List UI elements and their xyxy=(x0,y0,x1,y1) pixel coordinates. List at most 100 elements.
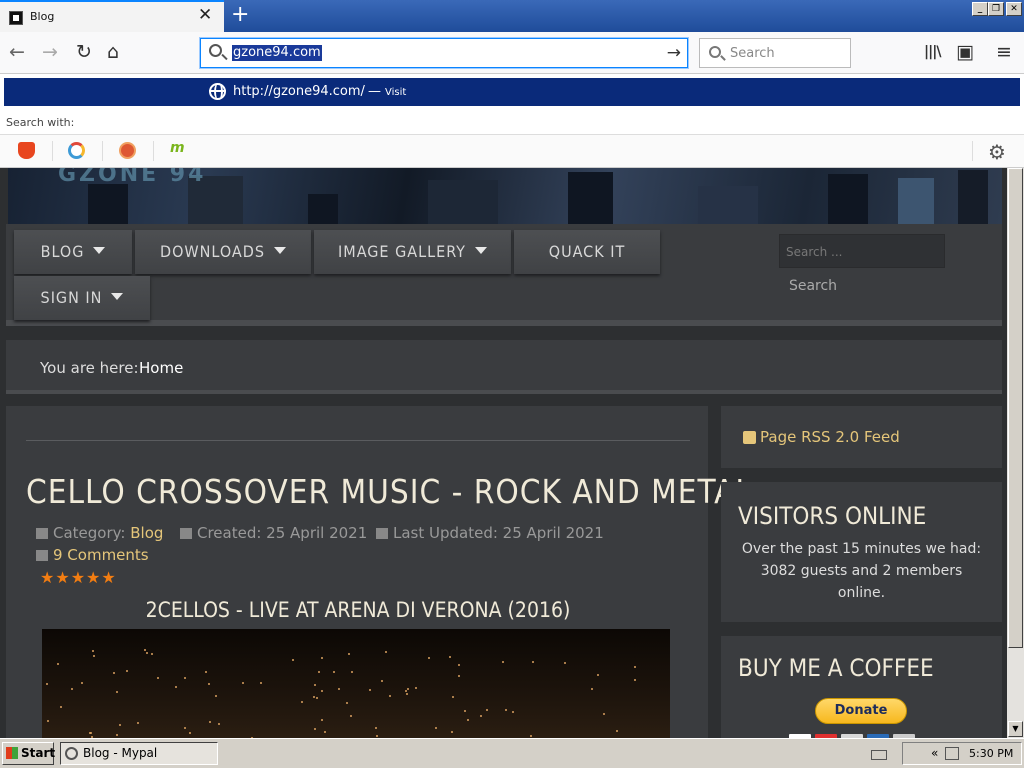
tab-title: Blog xyxy=(30,10,55,23)
city-light xyxy=(209,721,211,723)
sidebar-icon[interactable]: ▣ xyxy=(956,41,974,63)
rss-link[interactable]: Page RSS 2.0 Feed xyxy=(760,428,900,446)
url-text[interactable]: gzone94.com xyxy=(232,45,322,61)
taskbar-item-mypal[interactable]: Blog - Mypal xyxy=(60,742,218,765)
article-updated: Last Updated: 25 April 2021 xyxy=(376,524,604,542)
city-light xyxy=(116,734,118,736)
search-placeholder: Search xyxy=(730,46,775,61)
city-light xyxy=(385,651,387,653)
city-light xyxy=(464,710,466,712)
system-tray: « 5:30 PM xyxy=(871,742,1022,765)
site-banner: GZONE 94 xyxy=(8,168,1002,224)
minimize-button[interactable]: _ xyxy=(972,2,988,16)
scroll-down-arrow-icon[interactable]: ▼ xyxy=(1008,721,1023,737)
qwant-engine-icon[interactable] xyxy=(68,142,85,159)
folder-icon xyxy=(36,528,48,539)
vertical-scrollbar[interactable]: ▼ xyxy=(1007,168,1024,738)
video-title: 2CELLOS - LIVE AT ARENA DI VERONA (2016) xyxy=(145,598,571,622)
library-icon[interactable]: |||\ xyxy=(924,41,941,63)
caret-down-icon xyxy=(474,247,487,254)
menu-icon[interactable]: ≡ xyxy=(996,41,1012,63)
city-light xyxy=(47,720,49,722)
go-arrow-icon[interactable]: → xyxy=(667,43,681,63)
city-light xyxy=(81,682,83,684)
article-category: Category: Blog xyxy=(36,524,163,542)
new-tab-button[interactable]: + xyxy=(231,3,249,27)
suggestion-row[interactable]: http://gzone94.com/ — Visit xyxy=(4,78,1020,106)
network-icon[interactable] xyxy=(945,747,959,760)
created-date: Created: 25 April 2021 xyxy=(197,524,368,542)
comments-link[interactable]: 9 Comments xyxy=(53,546,149,564)
menu-item-image-gallery[interactable]: IMAGE GALLERY xyxy=(314,230,511,274)
scrollbar-thumb[interactable] xyxy=(1008,168,1023,648)
video-player[interactable] xyxy=(42,629,670,738)
article-title[interactable]: CELLO CROSSOVER MUSIC - ROCK AND METAL xyxy=(26,472,753,511)
menu-item-blog[interactable]: BLOG xyxy=(14,230,132,274)
url-bar[interactable]: gzone94.com → xyxy=(200,38,688,68)
home-button[interactable]: ⌂ xyxy=(107,41,119,63)
city-light xyxy=(502,661,504,663)
start-button[interactable]: Start xyxy=(2,742,55,765)
breadcrumb-label: You are here: xyxy=(40,359,139,377)
menu-item-label: SIGN IN xyxy=(40,288,103,307)
visitors-text: Over the past 15 minutes we had: 3082 gu… xyxy=(741,541,982,601)
mojeek-engine-icon[interactable]: m xyxy=(170,140,187,157)
separator xyxy=(52,141,53,161)
keyboard-icon[interactable] xyxy=(871,750,887,760)
windows-flag-icon xyxy=(6,747,18,759)
mypal-icon xyxy=(65,747,78,760)
calendar-icon xyxy=(180,528,192,539)
menu-item-quack-it[interactable]: QUACK IT xyxy=(514,230,660,274)
search-settings-icon[interactable]: ⚙ xyxy=(988,140,1006,164)
city-light xyxy=(113,672,115,674)
banner-building xyxy=(958,170,988,224)
coffee-module: BUY ME A COFFEE Donate xyxy=(721,636,1002,738)
city-light xyxy=(313,696,315,698)
window-close-button[interactable]: ✕ xyxy=(1006,2,1022,16)
city-light xyxy=(215,695,217,697)
brave-engine-icon[interactable] xyxy=(18,142,35,159)
city-light xyxy=(369,689,371,691)
browser-search-input[interactable]: Search xyxy=(699,38,851,68)
city-light xyxy=(157,677,159,679)
site-search-input[interactable]: Search ... xyxy=(779,234,945,268)
city-light xyxy=(452,696,454,698)
city-light xyxy=(93,655,95,657)
duckduckgo-engine-icon[interactable] xyxy=(119,142,136,159)
tray-expand-icon[interactable]: « xyxy=(931,746,938,760)
city-light xyxy=(205,671,207,673)
rss-module: Page RSS 2.0 Feed xyxy=(721,406,1002,468)
city-light xyxy=(435,727,437,729)
menu-item-downloads[interactable]: DOWNLOADS xyxy=(135,230,311,274)
caret-down-icon xyxy=(273,247,286,254)
menu-item-sign-in[interactable]: SIGN IN xyxy=(14,276,150,320)
restore-button[interactable]: ❐ xyxy=(988,2,1004,16)
banner-building xyxy=(428,180,498,224)
donate-button[interactable]: Donate xyxy=(815,698,907,724)
city-light xyxy=(144,649,146,651)
back-button[interactable]: ← xyxy=(9,41,25,63)
site-logo[interactable]: GZONE 94 xyxy=(58,168,206,187)
reload-button[interactable]: ↻ xyxy=(76,41,92,63)
suggestion-separator: — xyxy=(368,84,381,99)
tab-blog[interactable]: Blog ✕ xyxy=(0,0,224,32)
city-light xyxy=(616,730,618,732)
tab-close-icon[interactable]: ✕ xyxy=(198,7,212,24)
star-rating[interactable]: ★★★★★ xyxy=(40,568,117,587)
forward-button[interactable]: → xyxy=(42,41,58,63)
city-light xyxy=(467,719,469,721)
caret-down-icon xyxy=(111,293,124,300)
city-light xyxy=(321,657,323,659)
city-light xyxy=(428,657,430,659)
city-light xyxy=(406,693,408,695)
clock[interactable]: 5:30 PM xyxy=(969,747,1013,760)
city-light xyxy=(189,732,191,734)
city-light xyxy=(458,664,460,666)
site-search-button[interactable]: Search xyxy=(779,268,847,304)
city-light xyxy=(530,735,532,737)
city-light xyxy=(292,659,294,661)
category-link[interactable]: Blog xyxy=(130,524,163,542)
city-light xyxy=(389,695,391,697)
city-light xyxy=(208,683,210,685)
article-created: Created: 25 April 2021 xyxy=(180,524,367,542)
